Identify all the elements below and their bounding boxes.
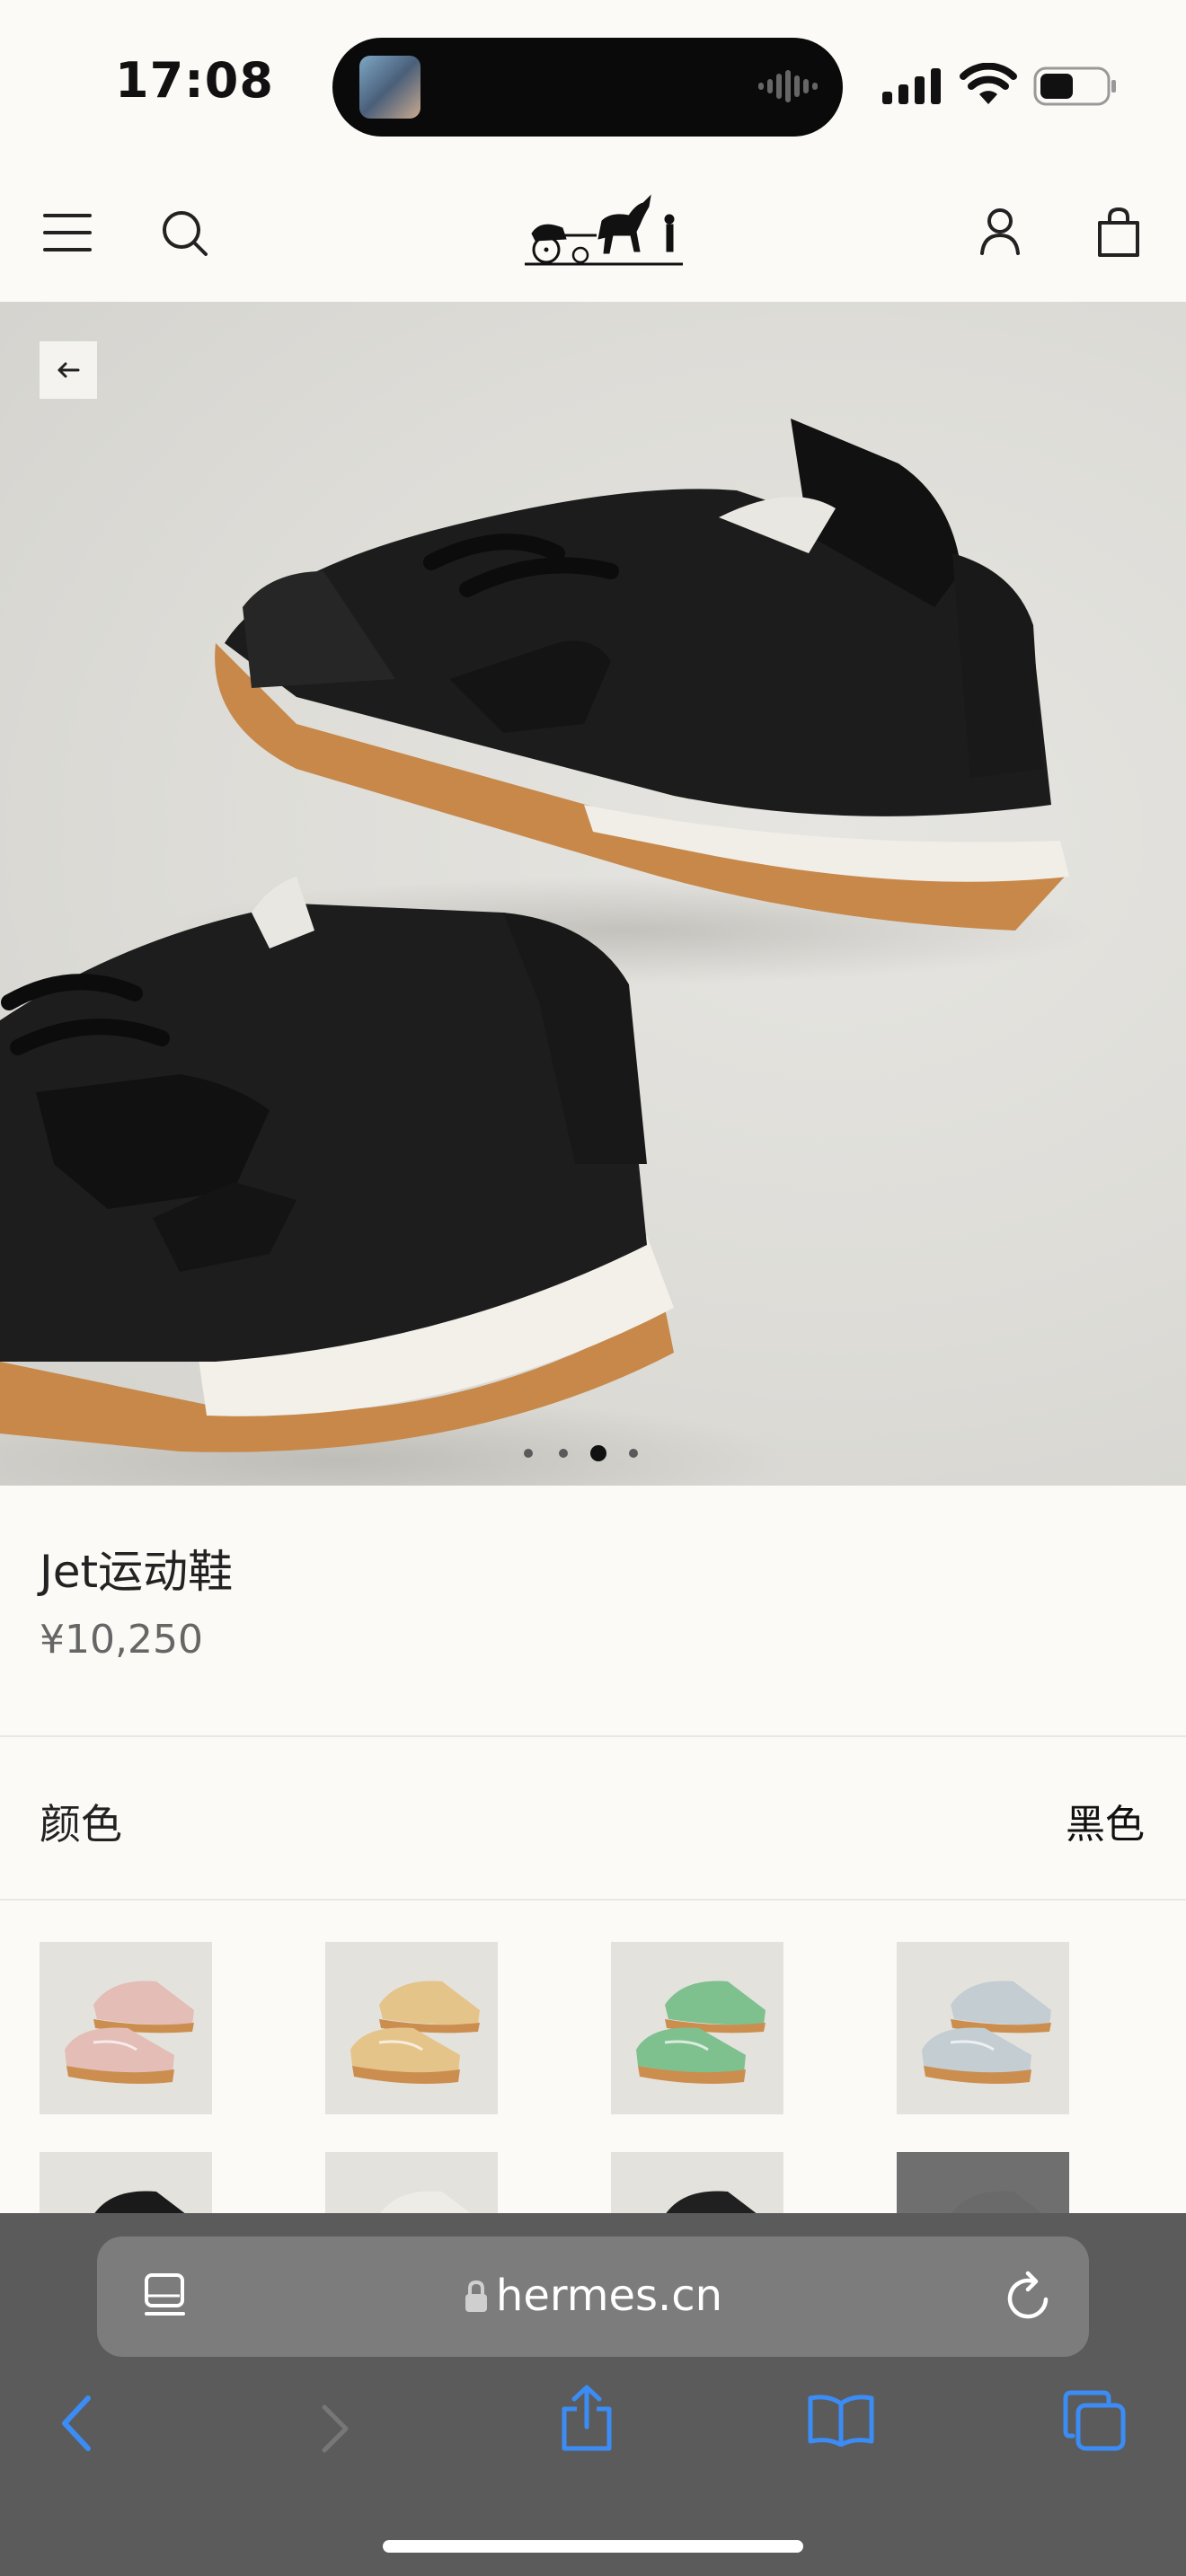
battery-icon <box>1033 66 1116 106</box>
now-playing-artwork <box>359 56 420 119</box>
address-bar[interactable]: hermes.cn <box>97 2236 1089 2357</box>
home-indicator[interactable] <box>383 2540 803 2553</box>
cellular-signal-icon <box>882 68 941 104</box>
bookmarks-icon[interactable] <box>807 2393 875 2447</box>
share-icon[interactable] <box>559 2384 615 2452</box>
color-swatch-beige[interactable] <box>325 1942 498 2114</box>
dynamic-island[interactable] <box>332 38 843 137</box>
product-image[interactable] <box>0 302 1186 1486</box>
divider <box>0 1735 1186 1737</box>
back-icon[interactable] <box>59 2395 93 2452</box>
product-title: Jet运动鞋 <box>40 1546 234 1598</box>
user-icon[interactable] <box>979 208 1021 255</box>
product-photo-sneakers <box>0 419 1096 1486</box>
divider <box>0 1899 1186 1901</box>
color-swatch-green[interactable] <box>611 1942 783 2114</box>
wifi-icon <box>960 63 1017 104</box>
swatch-shoe-image <box>636 1981 766 2084</box>
search-icon[interactable] <box>162 210 208 257</box>
color-swatch-pink[interactable] <box>40 1942 212 2114</box>
swatch-shoe-image <box>350 1981 480 2084</box>
color-swatch-grey-blue[interactable] <box>897 1942 1069 2114</box>
audio-waveform-icon <box>758 70 818 102</box>
url-text: hermes.cn <box>495 2271 723 2321</box>
product-price: ¥10,250 <box>40 1617 203 1663</box>
tabs-icon[interactable] <box>1062 2389 1127 2452</box>
forward-icon[interactable] <box>320 2404 350 2454</box>
lock-icon <box>465 2280 487 2312</box>
color-label: 颜色 <box>40 1800 122 1848</box>
status-time: 17:08 <box>115 52 274 109</box>
reload-icon[interactable] <box>1006 2271 1053 2321</box>
shopping-bag-icon[interactable] <box>1096 207 1141 257</box>
hermes-carriage-logo[interactable] <box>523 189 685 268</box>
swatch-shoe-image <box>922 1981 1051 2084</box>
url-display[interactable]: hermes.cn <box>97 2271 1089 2321</box>
arrow-left-icon <box>58 362 80 378</box>
site-header <box>0 171 1186 302</box>
gallery-back-button[interactable] <box>40 341 97 399</box>
selected-color-value: 黑色 <box>1066 1802 1145 1848</box>
gallery-pagination-dots[interactable] <box>521 1444 647 1462</box>
hamburger-menu-icon[interactable] <box>43 212 92 253</box>
swatch-shoe-image <box>65 1981 194 2084</box>
